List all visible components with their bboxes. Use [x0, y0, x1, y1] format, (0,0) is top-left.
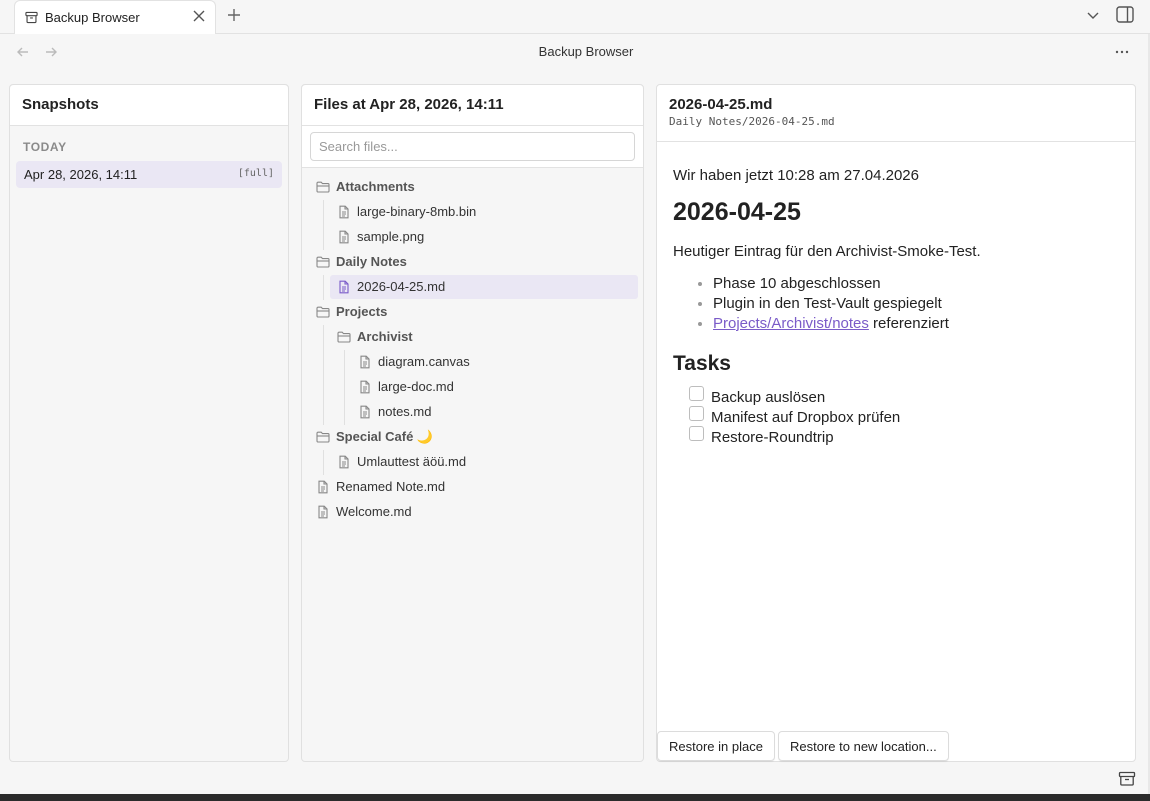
- indent-guide: [323, 325, 324, 425]
- tree-item-label: Archivist: [357, 329, 413, 344]
- task-item: Restore-Roundtrip: [689, 426, 1123, 448]
- task-label: Manifest auf Dropbox prüfen: [711, 409, 901, 426]
- task-item: Backup auslösen: [689, 386, 1123, 408]
- restore-new-location-button[interactable]: Restore to new location...: [778, 731, 949, 761]
- search-bar: [302, 126, 643, 168]
- tab-title: Backup Browser: [45, 10, 140, 25]
- tree-item-label: Attachments: [336, 179, 415, 194]
- indent-guide: [323, 450, 324, 475]
- folder-icon: [316, 431, 330, 443]
- tree-item-label: Welcome.md: [336, 504, 412, 519]
- sidebar-toggle-icon[interactable]: [1116, 6, 1134, 23]
- tree-item-label: sample.png: [357, 229, 425, 244]
- task-checkbox[interactable]: [689, 426, 704, 441]
- tree-file[interactable]: Renamed Note.md: [309, 475, 638, 499]
- tasks-heading: Tasks: [673, 352, 731, 375]
- chevron-down-icon[interactable]: [1086, 8, 1100, 22]
- task-checkbox[interactable]: [689, 406, 704, 421]
- search-input[interactable]: [310, 132, 635, 161]
- task-label: Restore-Roundtrip: [711, 429, 834, 446]
- file-icon: [339, 230, 349, 244]
- tree-item-label: diagram.canvas: [378, 354, 470, 369]
- tree-folder[interactable]: Daily Notes: [309, 250, 638, 274]
- tree-file[interactable]: 2026-04-25.md: [330, 275, 638, 299]
- tree-folder[interactable]: Special Café 🌙: [309, 425, 638, 449]
- archive-icon: [25, 11, 38, 24]
- task-list: Backup auslösen Manifest auf Dropbox prü…: [673, 386, 1123, 448]
- indent-guide: [323, 275, 324, 300]
- preview-heading: 2026-04-25: [673, 198, 801, 226]
- files-panel: Files at Apr 28, 2026, 14:11 Attachments…: [301, 84, 644, 762]
- tree-folder[interactable]: Archivist: [330, 325, 638, 349]
- bullet-item: Plugin in den Test-Vault gespiegelt: [713, 294, 1123, 314]
- tab-bar: Backup Browser: [0, 0, 1150, 34]
- task-item: Manifest auf Dropbox prüfen: [689, 406, 1123, 428]
- preview-bullet-list: Phase 10 abgeschlossen Plugin in den Tes…: [673, 274, 1123, 334]
- file-icon: [360, 405, 370, 419]
- preview-intro: Wir haben jetzt 10:28 am 27.04.2026: [673, 167, 919, 184]
- tree-item-label: Daily Notes: [336, 254, 407, 269]
- snapshots-panel: Snapshots TODAY Apr 28, 2026, 14:11 [ful…: [9, 84, 289, 762]
- tree-item-label: Umlauttest äöü.md: [357, 454, 467, 469]
- bullet-item: Projects/Archivist/notes referenziert: [713, 314, 1123, 334]
- bottom-strip: [0, 794, 1150, 801]
- folder-icon: [316, 306, 330, 318]
- file-icon: [339, 280, 349, 294]
- tree-file[interactable]: sample.png: [330, 225, 638, 249]
- tree-item-label: 2026-04-25.md: [357, 279, 446, 294]
- tree-file[interactable]: notes.md: [351, 400, 638, 424]
- indent-guide: [344, 350, 345, 425]
- tree-item-label: Special Café 🌙: [336, 429, 434, 444]
- more-options-icon[interactable]: [1114, 45, 1130, 59]
- folder-icon: [316, 181, 330, 193]
- task-label: Backup auslösen: [711, 389, 826, 406]
- file-icon: [318, 480, 328, 494]
- archive-icon[interactable]: [1118, 771, 1136, 787]
- view-title: Backup Browser: [538, 44, 634, 59]
- tree-file[interactable]: Umlauttest äöü.md: [330, 450, 638, 474]
- tree-folder[interactable]: Attachments: [309, 175, 638, 199]
- tree-item-label: large-doc.md: [378, 379, 454, 394]
- snapshot-group-label: TODAY: [23, 140, 67, 154]
- tree-folder[interactable]: Projects: [309, 300, 638, 324]
- tree-file[interactable]: large-doc.md: [351, 375, 638, 399]
- tree-item-label: Projects: [336, 304, 388, 319]
- file-icon: [339, 455, 349, 469]
- task-checkbox[interactable]: [689, 386, 704, 401]
- snapshots-title: Snapshots: [22, 96, 99, 113]
- new-tab-icon[interactable]: [226, 7, 242, 23]
- tree-file[interactable]: diagram.canvas: [351, 350, 638, 374]
- files-title: Files at Apr 28, 2026, 14:11: [314, 96, 504, 113]
- files-header: Files at Apr 28, 2026, 14:11: [302, 85, 643, 126]
- internal-link[interactable]: Projects/Archivist/notes: [713, 315, 869, 332]
- file-icon: [339, 205, 349, 219]
- preview-filename: 2026-04-25.md: [669, 96, 773, 113]
- preview-content: Wir haben jetzt 10:28 am 27.04.2026 2026…: [673, 167, 1123, 448]
- folder-icon: [337, 331, 351, 343]
- indent-guide: [323, 200, 324, 250]
- restore-in-place-button[interactable]: Restore in place: [657, 731, 775, 761]
- snapshot-date: Apr 28, 2026, 14:11: [24, 167, 138, 182]
- preview-path: Daily Notes/2026-04-25.md: [669, 115, 835, 128]
- file-icon: [360, 355, 370, 369]
- close-icon[interactable]: [192, 9, 206, 23]
- tree-item-label: notes.md: [378, 404, 432, 419]
- preview-paragraph: Heutiger Eintrag für den Archivist-Smoke…: [673, 243, 981, 260]
- snapshot-badge: [full]: [237, 168, 274, 179]
- file-icon: [318, 505, 328, 519]
- file-icon: [360, 380, 370, 394]
- tab-backup-browser[interactable]: Backup Browser: [14, 0, 216, 34]
- preview-panel: 2026-04-25.md Daily Notes/2026-04-25.md …: [656, 84, 1136, 762]
- folder-icon: [316, 256, 330, 268]
- tree-item-label: large-binary-8mb.bin: [357, 204, 477, 219]
- tree-file[interactable]: large-binary-8mb.bin: [330, 200, 638, 224]
- tree-file[interactable]: Welcome.md: [309, 500, 638, 524]
- snapshots-header: Snapshots: [10, 85, 288, 126]
- snapshot-item[interactable]: Apr 28, 2026, 14:11 [full]: [16, 161, 282, 188]
- preview-header: 2026-04-25.md Daily Notes/2026-04-25.md: [657, 85, 1135, 142]
- bullet-item: Phase 10 abgeschlossen: [713, 274, 1123, 294]
- tree-item-label: Renamed Note.md: [336, 479, 446, 494]
- bullet-suffix: referenziert: [868, 315, 949, 332]
